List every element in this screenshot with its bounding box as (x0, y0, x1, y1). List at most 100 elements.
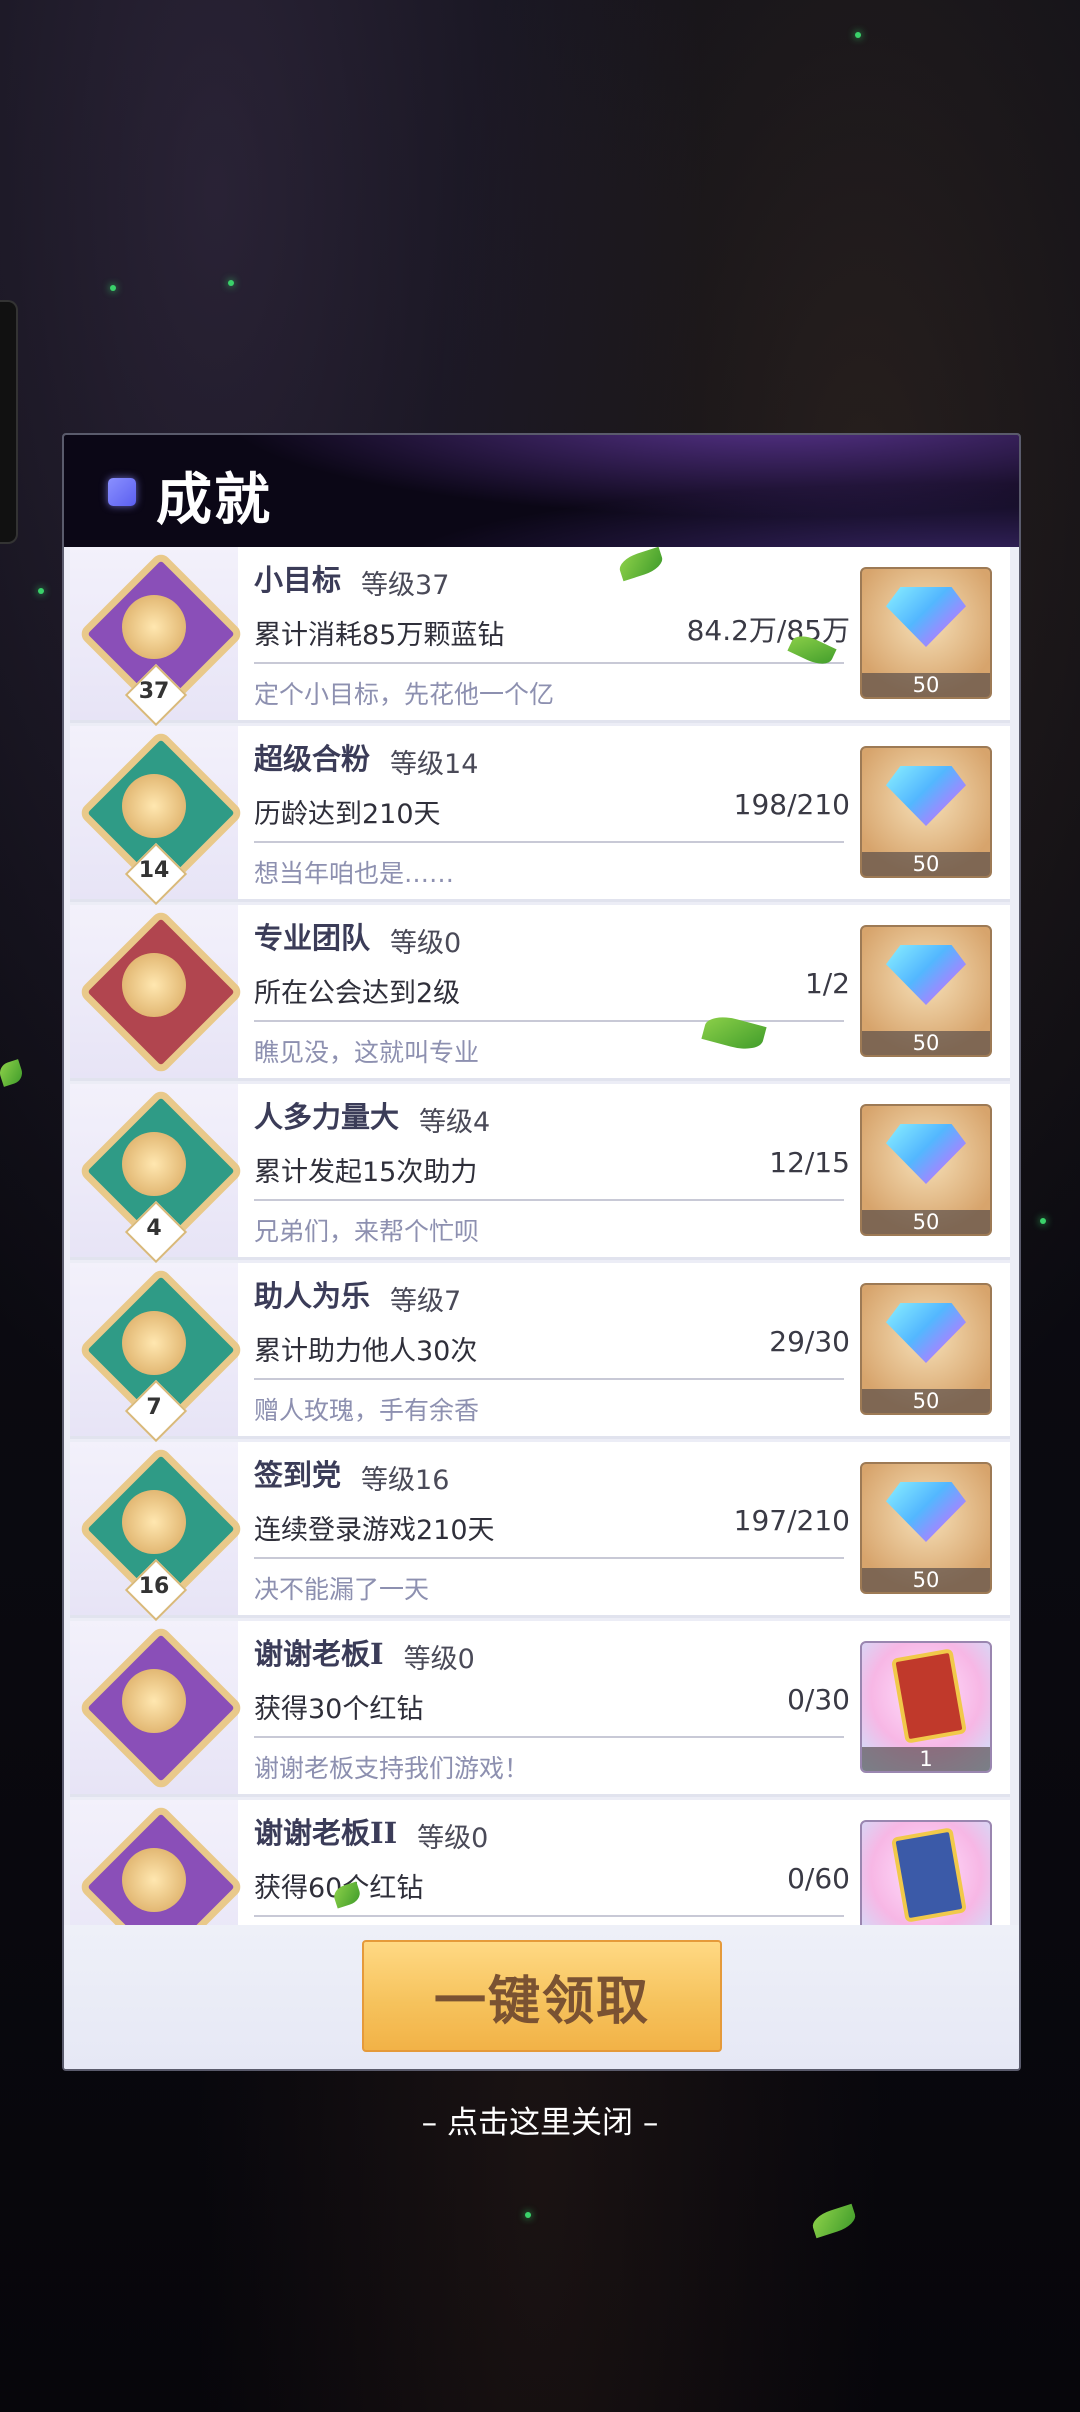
progress-divider (254, 1378, 844, 1380)
reward-card-icon (891, 1827, 967, 1923)
achievement-progress: 1/2 (804, 967, 850, 1000)
achievement-level: 等级37 (361, 570, 450, 601)
blue-diamond-icon (886, 587, 966, 647)
reward-count: 50 (862, 673, 990, 697)
reward-slot[interactable]: 50 (860, 1462, 992, 1594)
achievement-task: 所在公会达到2级 (254, 978, 461, 1009)
achievement-badge-icon (70, 905, 245, 1078)
panel-title: 成就 (156, 467, 272, 533)
reward-count: 50 (862, 1031, 990, 1055)
sparkle (1040, 1218, 1046, 1224)
reward-count: 50 (862, 852, 990, 876)
achievement-row[interactable]: 专业团队 等级0 所在公会达到2级 1/2 瞧见没，这就叫专业 50 (70, 905, 1010, 1081)
progress-divider (254, 841, 844, 843)
achievement-row[interactable]: 37 小目标 等级37 累计消耗85万颗蓝钻 84.2万/85万 定个小目标，先花他一个亿… (70, 547, 1010, 727)
achievement-description: 兄弟们，来帮个忙呗 (254, 1217, 480, 1246)
achievement-description: 谢谢老板支持我们游戏！ (254, 1754, 530, 1783)
reward-card-icon (891, 1648, 967, 1744)
achievement-level: 等级0 (390, 928, 462, 959)
achievement-row[interactable]: 谢谢老板I 等级0 获得30个红钻 0/30 谢谢老板支持我们游戏！ 1 (70, 1621, 1010, 1797)
blue-diamond-icon (886, 1482, 966, 1542)
achievement-badge-icon (70, 1621, 245, 1794)
badge-emblem-center (122, 1669, 186, 1733)
achievement-badge-icon: 4 (70, 1084, 245, 1264)
badge-level-number: 4 (146, 1216, 162, 1241)
reward-count: 50 (862, 1568, 990, 1592)
achievement-badge-icon: 14 (70, 726, 245, 906)
achievement-row[interactable]: 4 人多力量大 等级4 累计发起15次助力 12/15 兄弟们，来帮个忙呗 50 (70, 1084, 1010, 1264)
reward-slot[interactable]: 50 (860, 1283, 992, 1415)
badge-level-number: 37 (138, 679, 170, 704)
achievement-badge-icon: 7 (70, 1263, 245, 1443)
reward-count: 50 (862, 1389, 990, 1413)
progress-divider (254, 1915, 844, 1917)
achievement-task: 历龄达到210天 (254, 799, 441, 830)
achievement-progress: 0/30 (787, 1683, 850, 1716)
achievement-progress: 12/15 (769, 1146, 850, 1179)
reward-slot[interactable]: 50 (860, 746, 992, 878)
achievement-progress: 84.2万/85万 (686, 614, 850, 647)
progress-divider (254, 1199, 844, 1201)
sparkle (855, 32, 861, 38)
sparkle (228, 280, 234, 286)
achievement-description: 想当年咱也是…… (254, 859, 455, 888)
progress-divider (254, 662, 844, 664)
achievement-progress: 198/210 (733, 788, 850, 821)
reward-slot[interactable]: 50 (860, 1104, 992, 1236)
achievement-badge-icon: 37 (70, 547, 245, 727)
reward-slot[interactable]: 1 (860, 1641, 992, 1773)
achievement-name: 谢谢老板I (254, 1637, 384, 1671)
blue-diamond-icon (886, 766, 966, 826)
achievement-task: 累计助力他人30次 (254, 1336, 478, 1367)
reward-slot[interactable]: 50 (860, 925, 992, 1057)
achievement-level: 等级0 (417, 1823, 489, 1854)
achievement-task: 累计发起15次助力 (254, 1157, 478, 1188)
sparkle (525, 2212, 531, 2218)
achievement-progress: 0/60 (787, 1862, 850, 1895)
achievement-level: 等级4 (419, 1107, 491, 1138)
achievement-level: 等级0 (403, 1644, 475, 1675)
achievement-name: 小目标 (254, 563, 342, 597)
achievement-name: 专业团队 (254, 921, 371, 955)
achievement-name: 人多力量大 (254, 1100, 400, 1134)
achievement-row[interactable]: 16 签到党 等级16 连续登录游戏210天 197/210 决不能漏了一天 50 (70, 1442, 1010, 1622)
badge-level-number: 16 (138, 1574, 170, 1599)
achievement-name: 超级合粉 (254, 742, 371, 776)
achievement-row[interactable]: 14 超级合粉 等级14 历龄达到210天 198/210 想当年咱也是…… 50 (70, 726, 1010, 906)
achievement-task: 连续登录游戏210天 (254, 1515, 495, 1546)
achievement-name: 谢谢老板II (254, 1816, 398, 1850)
progress-divider (254, 1557, 844, 1559)
achievement-badge-icon: 16 (70, 1442, 245, 1622)
achievement-list[interactable]: 37 小目标 等级37 累计消耗85万颗蓝钻 84.2万/85万 定个小目标，先花他一个亿… (64, 547, 1019, 2017)
sparkle (110, 285, 116, 291)
badge-emblem-center (122, 1848, 186, 1912)
achievement-level: 等级14 (390, 749, 479, 780)
badge-emblem-center (122, 1311, 186, 1375)
badge-level-number: 7 (146, 1395, 162, 1420)
achievement-progress: 29/30 (769, 1325, 850, 1358)
side-tab (0, 300, 18, 544)
achievement-task: 累计消耗85万颗蓝钻 (254, 620, 505, 651)
reward-count: 1 (862, 1747, 990, 1771)
close-hint[interactable]: – 点击这里关闭 – (0, 2097, 1080, 2142)
progress-divider (254, 1736, 844, 1738)
achievement-row[interactable]: 7 助人为乐 等级7 累计助力他人30次 29/30 赠人玫瑰，手有余香 50 (70, 1263, 1010, 1443)
badge-emblem-center (122, 1490, 186, 1554)
reward-count: 50 (862, 1210, 990, 1234)
achievement-name: 助人为乐 (254, 1279, 371, 1313)
badge-emblem-center (122, 953, 186, 1017)
achievement-progress: 197/210 (733, 1504, 850, 1537)
badge-emblem-center (122, 774, 186, 838)
achievement-task: 获得30个红钻 (254, 1694, 424, 1725)
achievement-level: 等级7 (390, 1286, 462, 1317)
achievements-panel: 成就 37 小目标 等级37 累计消耗85万颗蓝钻 84.2万/85万 定个小目标，先花他… (62, 433, 1021, 2071)
blue-diamond-icon (886, 945, 966, 1005)
claim-all-button[interactable]: 一键领取 (362, 1940, 722, 2052)
progress-divider (254, 1020, 844, 1022)
reward-slot[interactable]: 50 (860, 567, 992, 699)
badge-level-number: 14 (138, 858, 170, 883)
panel-header: 成就 (64, 435, 1019, 547)
achievement-description: 赠人玫瑰，手有余香 (254, 1396, 480, 1425)
title-square-icon (108, 478, 136, 506)
sparkle (38, 588, 44, 594)
